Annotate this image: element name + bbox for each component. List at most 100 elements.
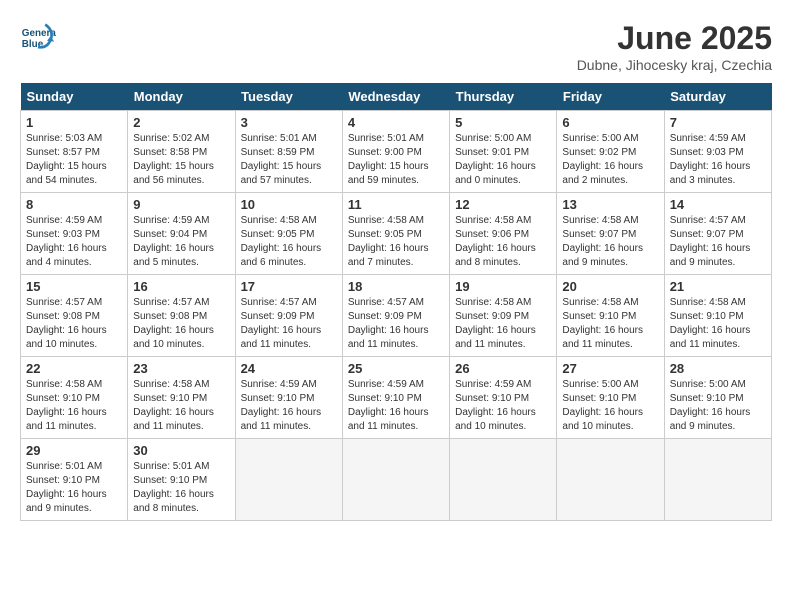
day-number: 30: [133, 443, 229, 458]
day-number: 16: [133, 279, 229, 294]
day-number: 2: [133, 115, 229, 130]
cell-text: Sunrise: 5:02 AMSunset: 8:58 PMDaylight:…: [133, 132, 229, 188]
cell-text: Sunrise: 4:58 AMSunset: 9:05 PMDaylight:…: [348, 214, 444, 270]
table-row: 10 Sunrise: 4:58 AMSunset: 9:05 PMDayligh…: [235, 193, 342, 275]
day-number: 12: [455, 197, 551, 212]
cell-text: Sunrise: 4:58 AMSunset: 9:10 PMDaylight:…: [133, 378, 229, 434]
day-number: 22: [26, 361, 122, 376]
table-row: 13Sunrise: 4:58 AMSunset: 9:07 PMDayligh…: [557, 193, 664, 275]
table-row: 17 Sunrise: 4:57 AMSunset: 9:09 PMDayligh…: [235, 275, 342, 357]
day-number: 15: [26, 279, 122, 294]
table-row: 3Sunrise: 5:01 AMSunset: 8:59 PMDaylight…: [235, 111, 342, 193]
calendar-week-1: 1 Sunrise: 5:03 AMSunset: 8:57 PMDaylight…: [21, 111, 772, 193]
day-number: 9: [133, 197, 229, 212]
header: General Blue June 2025 Dubne, Jihocesky …: [20, 20, 772, 73]
table-row: [557, 439, 664, 521]
table-row: 27Sunrise: 5:00 AMSunset: 9:10 PMDayligh…: [557, 357, 664, 439]
table-row: 20 Sunrise: 4:58 AMSunset: 9:10 PMDayligh…: [557, 275, 664, 357]
table-row: [450, 439, 557, 521]
day-number: 18: [348, 279, 444, 294]
table-row: 5 Sunrise: 5:00 AMSunset: 9:01 PMDaylight…: [450, 111, 557, 193]
header-sunday: Sunday: [21, 83, 128, 111]
cell-text: Sunrise: 5:01 AMSunset: 9:00 PMDaylight:…: [348, 132, 444, 188]
table-row: [664, 439, 771, 521]
day-number: 7: [670, 115, 766, 130]
calendar-week-2: 8 Sunrise: 4:59 AMSunset: 9:03 PMDaylight…: [21, 193, 772, 275]
cell-text: Sunrise: 4:59 AMSunset: 9:04 PMDaylight:…: [133, 214, 229, 270]
logo: General Blue: [20, 20, 60, 56]
cell-text: Sunrise: 4:59 AMSunset: 9:03 PMDaylight:…: [26, 214, 122, 270]
table-row: 11 Sunrise: 4:58 AMSunset: 9:05 PMDayligh…: [342, 193, 449, 275]
day-number: 23: [133, 361, 229, 376]
cell-text: Sunrise: 4:57 AMSunset: 9:09 PMDaylight:…: [241, 296, 337, 352]
day-number: 28: [670, 361, 766, 376]
header-monday: Monday: [128, 83, 235, 111]
header-friday: Friday: [557, 83, 664, 111]
calendar-week-5: 29 Sunrise: 5:01 AMSunset: 9:10 PMDayligh…: [21, 439, 772, 521]
table-row: 8 Sunrise: 4:59 AMSunset: 9:03 PMDaylight…: [21, 193, 128, 275]
table-row: 16 Sunrise: 4:57 AMSunset: 9:08 PMDayligh…: [128, 275, 235, 357]
table-row: [235, 439, 342, 521]
cell-text: Sunrise: 5:01 AMSunset: 9:10 PMDaylight:…: [26, 460, 122, 516]
table-row: [342, 439, 449, 521]
header-wednesday: Wednesday: [342, 83, 449, 111]
cell-text: Sunrise: 4:59 AMSunset: 9:10 PMDaylight:…: [455, 378, 551, 434]
cell-text: Sunrise: 5:01 AMSunset: 9:10 PMDaylight:…: [133, 460, 229, 516]
table-row: 25 Sunrise: 4:59 AMSunset: 9:10 PMDayligh…: [342, 357, 449, 439]
table-row: 7 Sunrise: 4:59 AMSunset: 9:03 PMDaylight…: [664, 111, 771, 193]
table-row: 23 Sunrise: 4:58 AMSunset: 9:10 PMDayligh…: [128, 357, 235, 439]
calendar-week-4: 22 Sunrise: 4:58 AMSunset: 9:10 PMDayligh…: [21, 357, 772, 439]
header-thursday: Thursday: [450, 83, 557, 111]
calendar-table: Sunday Monday Tuesday Wednesday Thursday…: [20, 83, 772, 521]
logo-icon: General Blue: [20, 20, 56, 56]
table-row: 29 Sunrise: 5:01 AMSunset: 9:10 PMDayligh…: [21, 439, 128, 521]
cell-text: Sunrise: 5:00 AMSunset: 9:02 PMDaylight:…: [562, 132, 658, 188]
cell-text: Sunrise: 4:58 AMSunset: 9:10 PMDaylight:…: [562, 296, 658, 352]
table-row: 28Sunrise: 5:00 AMSunset: 9:10 PMDayligh…: [664, 357, 771, 439]
header-saturday: Saturday: [664, 83, 771, 111]
cell-text: Sunrise: 4:59 AMSunset: 9:03 PMDaylight:…: [670, 132, 766, 188]
table-row: 18Sunrise: 4:57 AMSunset: 9:09 PMDayligh…: [342, 275, 449, 357]
day-number: 11: [348, 197, 444, 212]
day-number: 25: [348, 361, 444, 376]
day-number: 27: [562, 361, 658, 376]
cell-text: Sunrise: 5:00 AMSunset: 9:01 PMDaylight:…: [455, 132, 551, 188]
cell-text: Sunrise: 4:57 AMSunset: 9:07 PMDaylight:…: [670, 214, 766, 270]
cell-text: Sunrise: 4:58 AMSunset: 9:06 PMDaylight:…: [455, 214, 551, 270]
day-number: 4: [348, 115, 444, 130]
table-row: 21Sunrise: 4:58 AMSunset: 9:10 PMDayligh…: [664, 275, 771, 357]
cell-text: Sunrise: 4:57 AMSunset: 9:08 PMDaylight:…: [26, 296, 122, 352]
cell-text: Sunrise: 4:57 AMSunset: 9:08 PMDaylight:…: [133, 296, 229, 352]
table-row: 15 Sunrise: 4:57 AMSunset: 9:08 PMDayligh…: [21, 275, 128, 357]
cell-text: Sunrise: 4:59 AMSunset: 9:10 PMDaylight:…: [348, 378, 444, 434]
cell-text: Sunrise: 5:01 AMSunset: 8:59 PMDaylight:…: [241, 132, 337, 188]
table-row: 22Sunrise: 4:58 AMSunset: 9:10 PMDayligh…: [21, 357, 128, 439]
header-tuesday: Tuesday: [235, 83, 342, 111]
table-row: 12 Sunrise: 4:58 AMSunset: 9:06 PMDayligh…: [450, 193, 557, 275]
day-number: 29: [26, 443, 122, 458]
cell-text: Sunrise: 4:58 AMSunset: 9:05 PMDaylight:…: [241, 214, 337, 270]
calendar-title: June 2025: [577, 20, 772, 57]
day-number: 10: [241, 197, 337, 212]
calendar-subtitle: Dubne, Jihocesky kraj, Czechia: [577, 57, 772, 73]
cell-text: Sunrise: 4:58 AMSunset: 9:07 PMDaylight:…: [562, 214, 658, 270]
table-row: 6Sunrise: 5:00 AMSunset: 9:02 PMDaylight…: [557, 111, 664, 193]
table-row: 26Sunrise: 4:59 AMSunset: 9:10 PMDayligh…: [450, 357, 557, 439]
table-row: 2 Sunrise: 5:02 AMSunset: 8:58 PMDaylight…: [128, 111, 235, 193]
calendar-week-3: 15 Sunrise: 4:57 AMSunset: 9:08 PMDayligh…: [21, 275, 772, 357]
day-number: 8: [26, 197, 122, 212]
day-number: 19: [455, 279, 551, 294]
table-row: 24 Sunrise: 4:59 AMSunset: 9:10 PMDayligh…: [235, 357, 342, 439]
cell-text: Sunrise: 5:03 AMSunset: 8:57 PMDaylight:…: [26, 132, 122, 188]
cell-text: Sunrise: 4:59 AMSunset: 9:10 PMDaylight:…: [241, 378, 337, 434]
table-row: 1 Sunrise: 5:03 AMSunset: 8:57 PMDaylight…: [21, 111, 128, 193]
day-number: 24: [241, 361, 337, 376]
table-row: 9 Sunrise: 4:59 AMSunset: 9:04 PMDaylight…: [128, 193, 235, 275]
day-number: 17: [241, 279, 337, 294]
table-row: 19Sunrise: 4:58 AMSunset: 9:09 PMDayligh…: [450, 275, 557, 357]
day-number: 14: [670, 197, 766, 212]
title-area: June 2025 Dubne, Jihocesky kraj, Czechia: [577, 20, 772, 73]
day-number: 5: [455, 115, 551, 130]
day-number: 20: [562, 279, 658, 294]
day-number: 1: [26, 115, 122, 130]
